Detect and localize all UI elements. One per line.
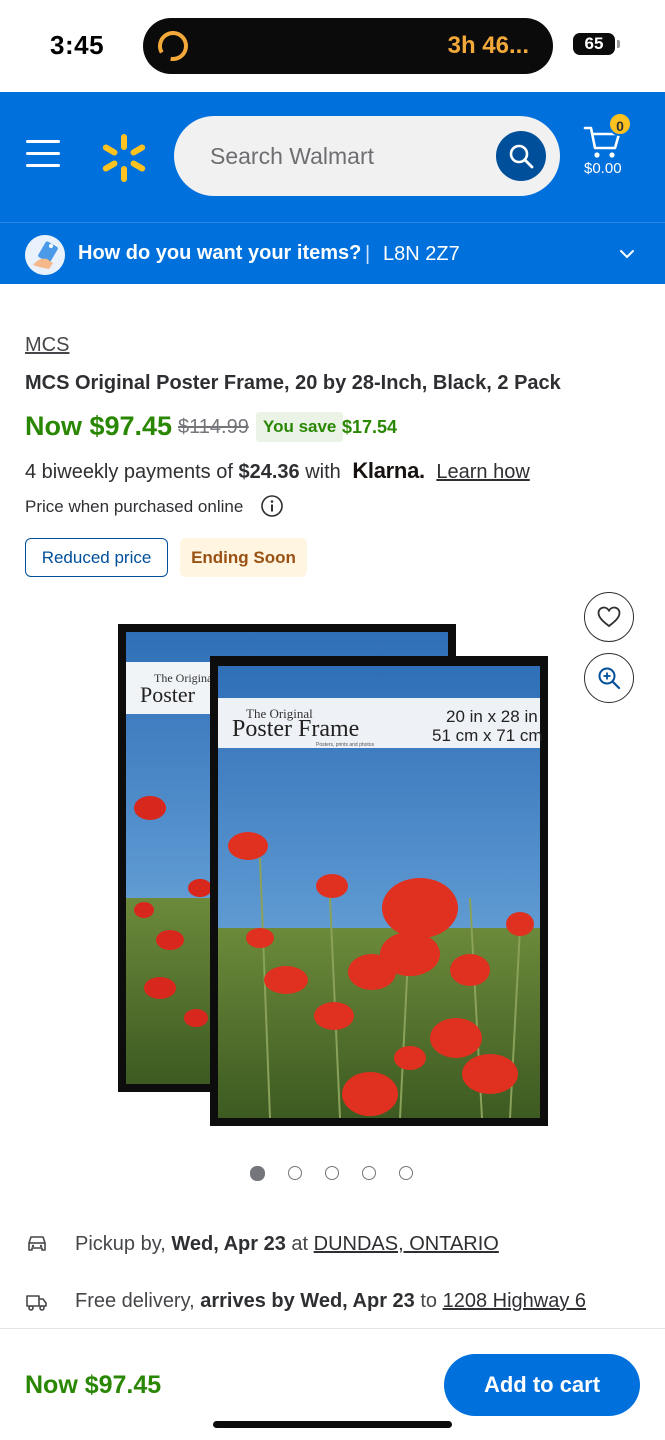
delivery-date: arrives by Wed, Apr 23	[200, 1290, 415, 1312]
delivery-to: to	[420, 1290, 438, 1312]
search-icon	[509, 144, 534, 169]
pickup-at: at	[291, 1233, 309, 1255]
klarna-with: with	[305, 461, 341, 483]
menu-icon[interactable]	[26, 140, 60, 168]
heart-icon	[597, 606, 621, 628]
search-bar	[174, 116, 560, 196]
fulfillment-selector[interactable]: How do you want your items? | L8N 2Z7	[0, 222, 665, 284]
carousel-dot-3[interactable]	[325, 1166, 339, 1180]
reduced-price-tag: Reduced price	[25, 538, 168, 577]
klarna-payment-line: 4 biweekly payments of $24.36 with Klarn…	[25, 458, 530, 484]
product-title: MCS Original Poster Frame, 20 by 28-Inch…	[25, 372, 561, 394]
battery-icon: 65	[573, 33, 620, 55]
fulfillment-separator: |	[365, 243, 371, 265]
status-time: 3:45	[50, 30, 105, 60]
zoom-in-icon	[598, 667, 621, 690]
poster-tagline: Posters, prints and photos	[316, 742, 375, 748]
pickup-date: Wed, Apr 23	[171, 1233, 286, 1255]
info-icon[interactable]	[260, 494, 284, 518]
status-bar: 3:45 3h 46... 65	[0, 0, 665, 92]
cart-button[interactable]: 0 $0.00	[580, 112, 640, 184]
postal-code: L8N 2Z7	[383, 243, 460, 265]
save-amount: $17.54	[342, 417, 398, 437]
pickup-row: Pickup by, Wed, Apr 23 at DUNDAS, ONTARI…	[75, 1233, 499, 1256]
cart-count-badge: 0	[608, 112, 632, 136]
zoom-button[interactable]	[584, 653, 634, 703]
bottom-price: Now $97.45	[25, 1371, 162, 1399]
carousel-dots	[250, 1166, 420, 1184]
size-cm: 51 cm x 71 cm	[432, 726, 543, 745]
learn-how-link[interactable]: Learn how	[436, 461, 529, 483]
chevron-down-icon	[620, 250, 634, 259]
search-input[interactable]	[210, 138, 480, 174]
size-inches: 20 in x 28 in	[446, 707, 538, 726]
favorite-button[interactable]	[584, 592, 634, 642]
car-icon	[28, 1236, 46, 1251]
pickup-location-link[interactable]: DUNDAS, ONTARIO	[314, 1233, 499, 1255]
timer-text: 3h 46...	[447, 32, 529, 59]
online-price-note: Price when purchased online	[25, 497, 244, 516]
ending-soon-tag: Ending Soon	[180, 538, 307, 577]
pickup-prefix: Pickup by,	[75, 1233, 166, 1255]
sticky-bottom-bar: Now $97.45 Add to cart	[0, 1328, 665, 1440]
product-image[interactable]: The Original Poster The Original Poster …	[110, 618, 560, 1133]
klarna-amount: $24.36	[238, 461, 300, 483]
brand-link[interactable]: MCS	[25, 334, 69, 357]
fulfillment-question: How do you want your items?	[78, 242, 362, 264]
delivery-row: Free delivery, arrives by Wed, Apr 23 to…	[75, 1290, 586, 1313]
spark-logo-icon[interactable]	[98, 132, 150, 184]
original-price: $114.99	[178, 416, 249, 438]
back-label-big: Poster	[140, 682, 196, 707]
klarna-logo: Klarna.	[352, 458, 425, 483]
you-save-badge: You save	[256, 412, 344, 442]
delivery-address-link[interactable]: 1208 Highway 6	[443, 1290, 586, 1312]
add-to-cart-button[interactable]: Add to cart	[444, 1354, 640, 1416]
cart-total: $0.00	[584, 160, 622, 177]
delivery-person-icon	[25, 235, 65, 275]
klarna-prefix: 4 biweekly payments of	[25, 461, 233, 483]
truck-icon	[26, 1295, 47, 1311]
carousel-dot-5[interactable]	[399, 1166, 413, 1180]
carousel-dot-2[interactable]	[288, 1166, 302, 1180]
timer-ring-icon	[158, 31, 188, 61]
search-button[interactable]	[496, 131, 546, 181]
carousel-dot-1[interactable]	[250, 1166, 265, 1181]
home-indicator[interactable]	[213, 1421, 452, 1428]
dynamic-island[interactable]: 3h 46...	[143, 18, 553, 74]
current-price: Now $97.45	[25, 411, 173, 441]
carousel-dot-4[interactable]	[362, 1166, 376, 1180]
poster-label-big: Poster Frame	[232, 716, 359, 742]
site-header: 0 $0.00	[0, 92, 665, 222]
delivery-prefix: Free delivery,	[75, 1290, 195, 1312]
